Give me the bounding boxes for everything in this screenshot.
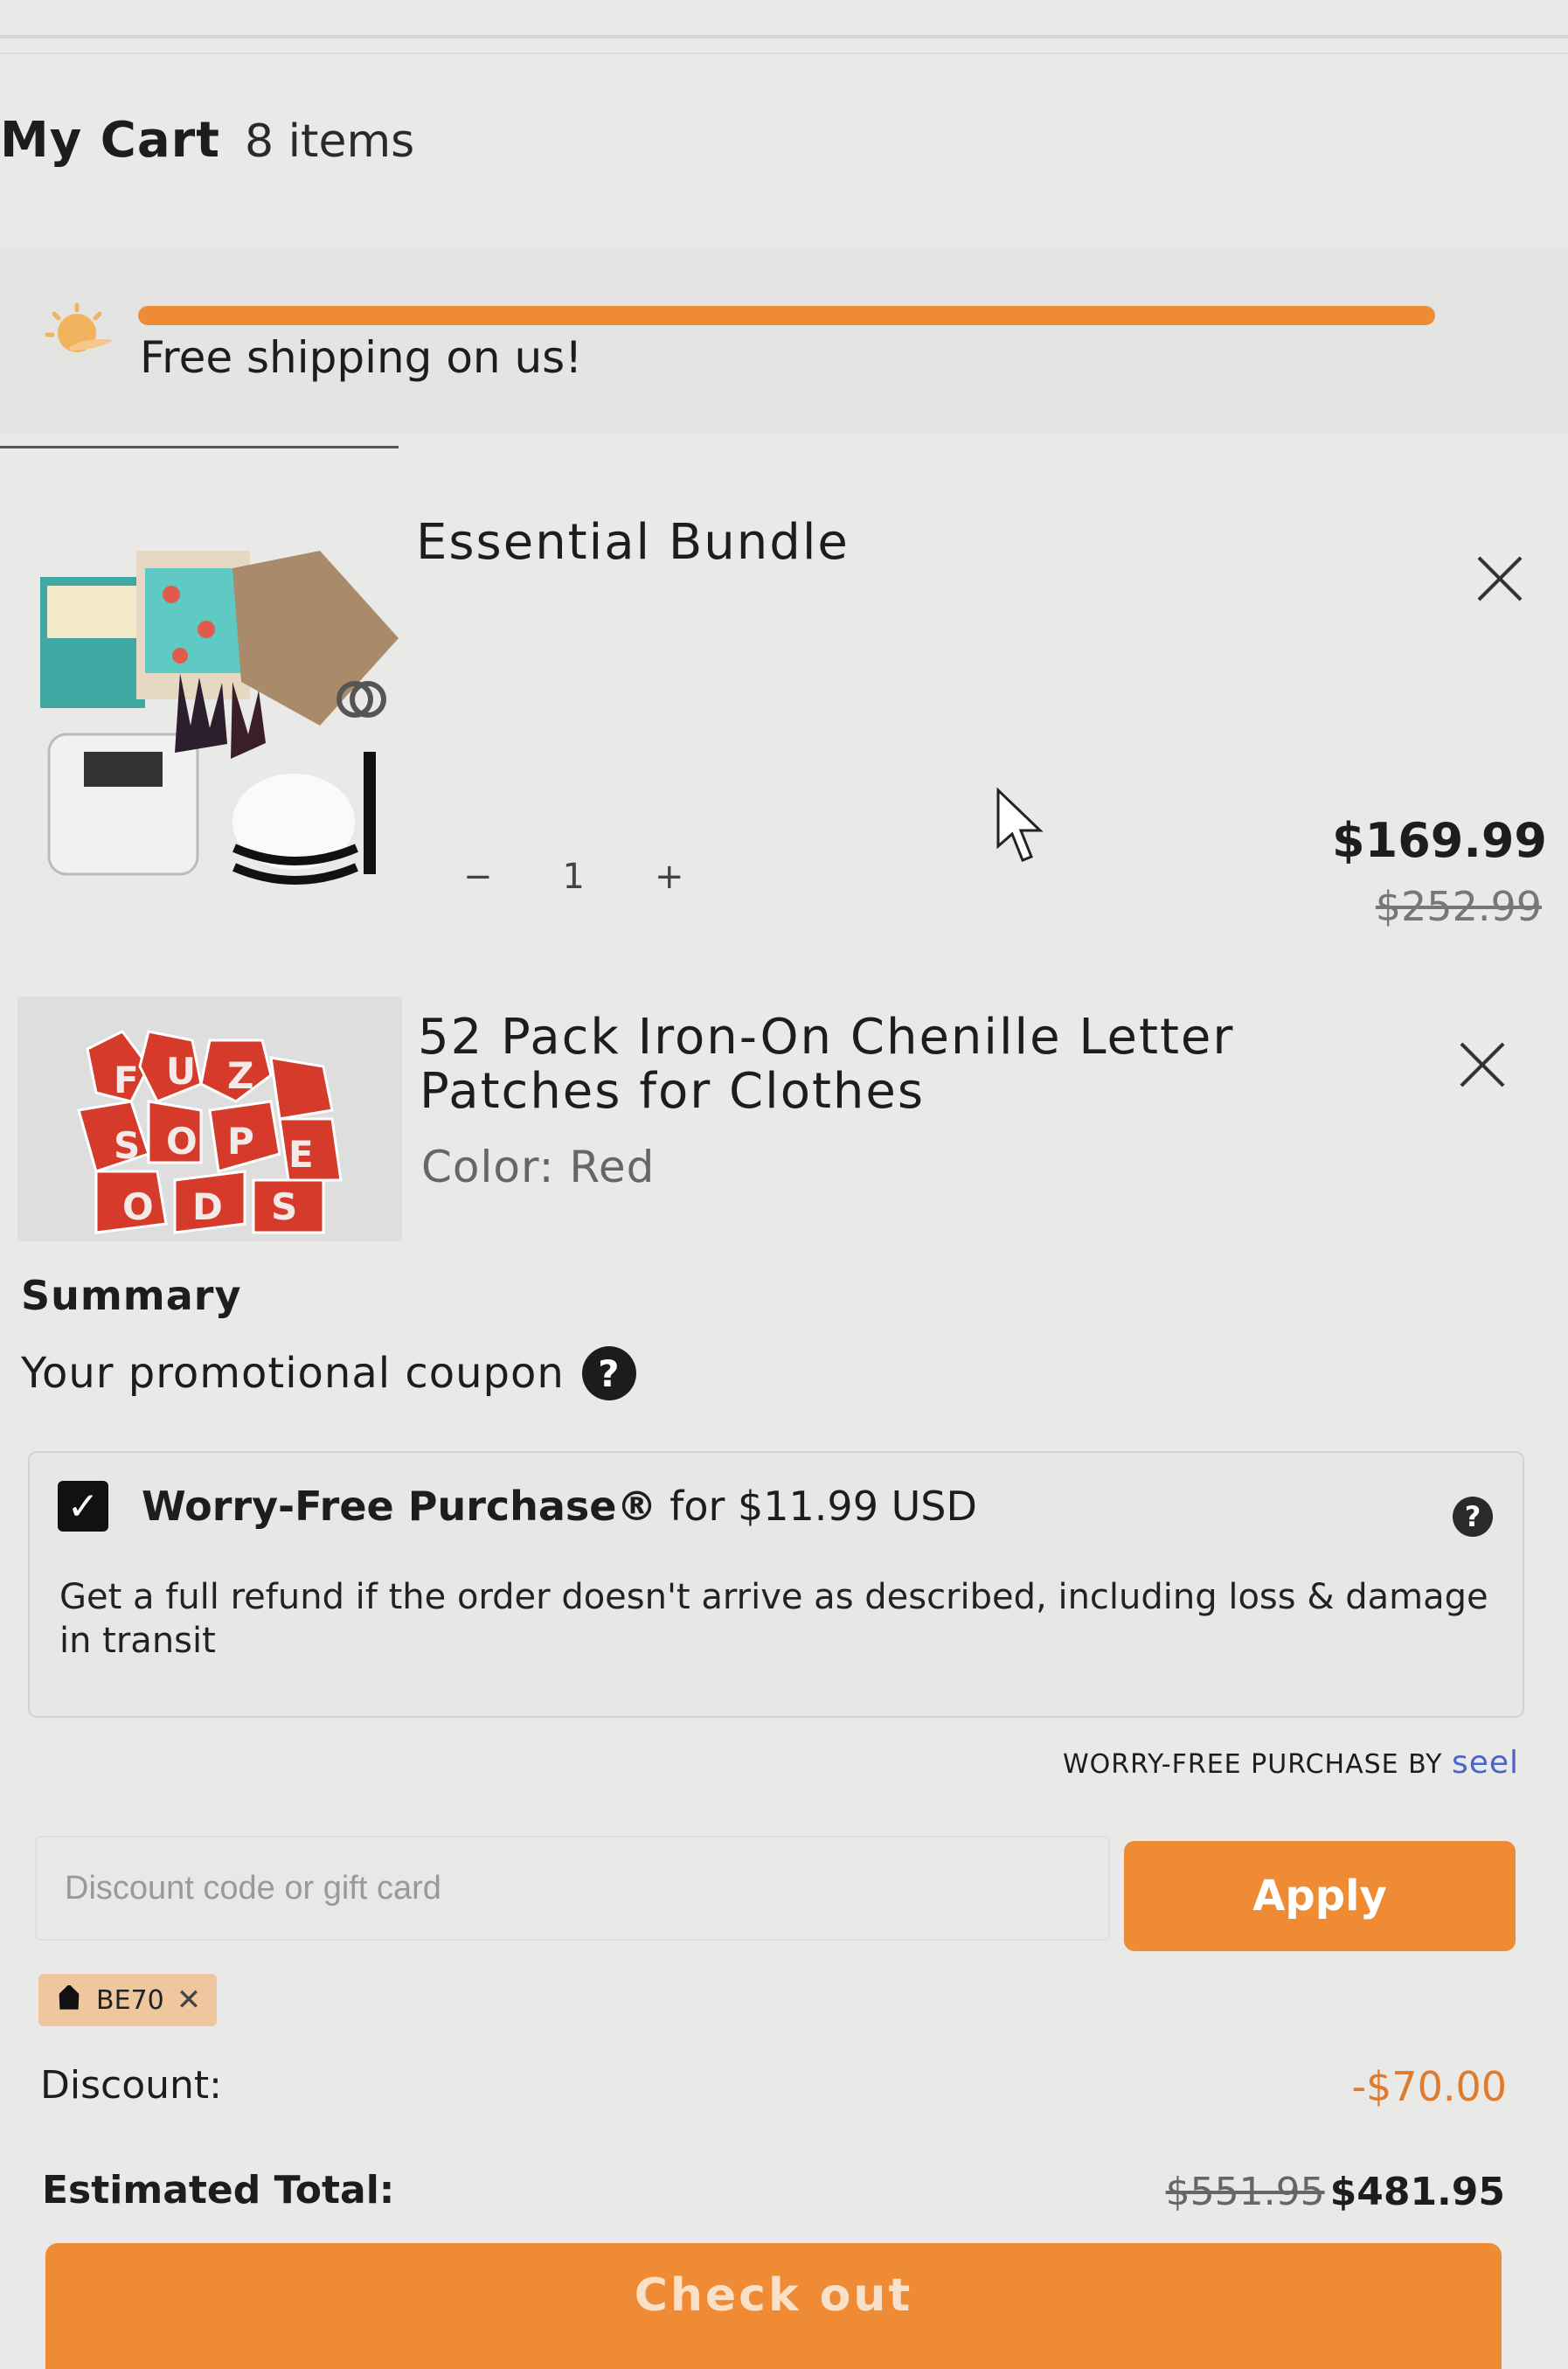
cart-item-essential-bundle: Essential Bundle − 1 + $169.99 $252.99 (0, 490, 1568, 962)
total-original: $551.95 (1165, 2170, 1325, 2214)
discount-code-input[interactable] (35, 1836, 1110, 1941)
estimated-total: $551.95 $481.95 (1166, 2170, 1505, 2214)
top-border (0, 35, 1568, 38)
help-icon[interactable]: ? (1453, 1497, 1493, 1537)
product-image-chenille-patches: FUZ SOPE ODS (17, 997, 402, 1241)
worry-free-title: Worry-Free Purchase® for $11.99 USD (142, 1483, 977, 1530)
tag-icon (59, 1985, 80, 2010)
worry-free-attribution: WORRY-FREE PURCHASE BY seel (1063, 1745, 1519, 1781)
item-price: $169.99 (1332, 813, 1547, 868)
cart-item-count: 8 items (245, 115, 415, 168)
estimated-total-label: Estimated Total: (42, 2168, 395, 2213)
progress-fill (138, 306, 1435, 325)
svg-text:E: E (288, 1133, 314, 1176)
item-title-line-1[interactable]: 52 Pack Iron-On Chenille Letter (418, 1011, 1234, 1065)
remove-code-icon[interactable]: ✕ (177, 1983, 202, 2018)
svg-text:Z: Z (227, 1054, 253, 1097)
discount-label: Discount: (40, 2063, 222, 2108)
cart-title: My Cart (0, 112, 220, 169)
svg-text:D: D (192, 1185, 223, 1228)
discount-value: -$70.00 (1351, 2063, 1507, 2110)
item-original-price: $252.99 (1375, 883, 1542, 930)
worry-free-price: for $11.99 USD (656, 1483, 977, 1530)
cart-item-chenille-patches: FUZ SOPE ODS 52 Pack Iron-On Chenille Le… (0, 997, 1568, 1250)
svg-text:O: O (166, 1120, 198, 1163)
quantity-value[interactable]: 1 (563, 857, 585, 897)
sun-icon (45, 302, 114, 352)
increase-quantity-button[interactable]: + (655, 857, 684, 897)
item-title-line-2[interactable]: Patches for Clothes (420, 1065, 925, 1119)
item-title[interactable]: Essential Bundle (416, 516, 850, 570)
remove-item-icon[interactable] (1456, 1039, 1509, 1091)
svg-text:U: U (166, 1050, 196, 1093)
decrease-quantity-button[interactable]: − (463, 857, 493, 897)
quantity-stepper: − 1 + (463, 857, 683, 897)
remove-item-icon[interactable] (1474, 552, 1526, 605)
svg-text:S: S (271, 1185, 297, 1228)
section-divider (0, 446, 399, 448)
worry-free-description: Get a full refund if the order doesn't a… (59, 1577, 1488, 1661)
help-icon[interactable]: ? (581, 1346, 636, 1400)
seel-logo[interactable]: seel (1452, 1745, 1519, 1781)
top-border-secondary (0, 52, 1568, 54)
promo-coupon-label: Your promotional coupon (21, 1349, 565, 1398)
svg-text:F: F (114, 1059, 139, 1101)
summary-heading: Summary (21, 1272, 242, 1319)
apply-discount-button[interactable]: Apply (1124, 1841, 1516, 1951)
free-shipping-progress-bar (138, 306, 1435, 325)
promo-coupon-row: Your promotional coupon ? (21, 1346, 636, 1400)
total-current: $481.95 (1329, 2170, 1505, 2214)
applied-code-tag: BE70 ✕ (38, 1974, 218, 2026)
worry-free-name: Worry-Free Purchase® (142, 1483, 657, 1530)
applied-code: BE70 (96, 1984, 164, 2016)
mouse-cursor-icon (996, 787, 1044, 862)
product-image-essential-bundle (40, 551, 399, 885)
attribution-text: WORRY-FREE PURCHASE BY (1062, 1749, 1452, 1780)
checkout-button[interactable]: Check out (45, 2243, 1502, 2369)
svg-text:P: P (227, 1120, 254, 1163)
svg-text:O: O (122, 1185, 154, 1228)
svg-text:S: S (114, 1124, 140, 1167)
shipping-message: Free shipping on us! (140, 332, 583, 383)
worry-free-checkbox[interactable]: ✓ (58, 1481, 108, 1532)
worry-free-purchase-box: ✓ Worry-Free Purchase® for $11.99 USD ? … (28, 1451, 1524, 1718)
cart-header: My Cart 8 items (0, 112, 414, 169)
item-variant: Color: Red (421, 1142, 656, 1192)
